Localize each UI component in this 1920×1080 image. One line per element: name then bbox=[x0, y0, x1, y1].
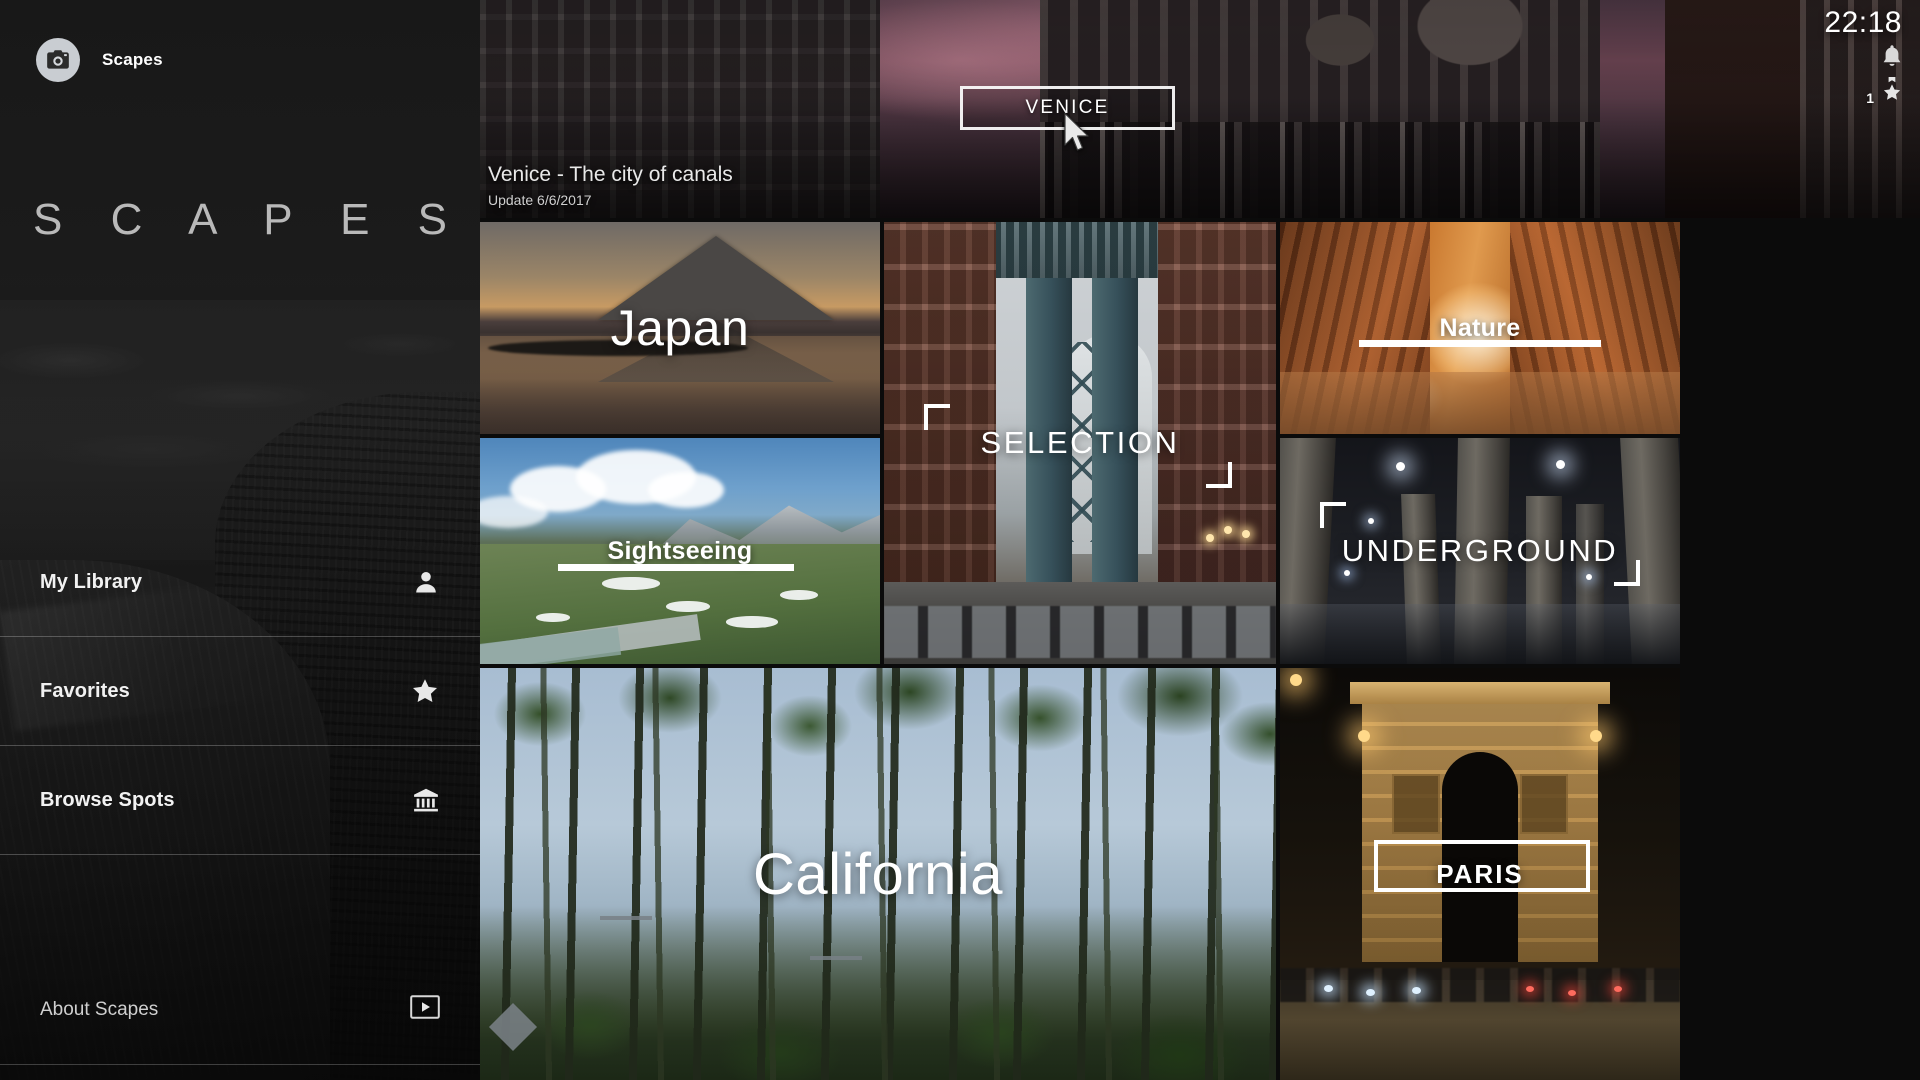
museum-icon bbox=[412, 786, 440, 814]
paris-selection-box bbox=[1374, 840, 1590, 892]
tile-label: California bbox=[753, 841, 1003, 908]
bell-icon[interactable] bbox=[1882, 44, 1902, 75]
tile-label: SELECTION bbox=[980, 425, 1179, 461]
sidebar-item-label: Favorites bbox=[40, 680, 130, 703]
corner-bracket-bottom-right bbox=[1206, 462, 1232, 488]
sidebar-nav: My Library Favorites bbox=[0, 528, 480, 855]
tile-california[interactable]: California bbox=[480, 668, 1276, 1080]
tile-selection[interactable]: SELECTION bbox=[884, 222, 1276, 664]
badge-count: 1 bbox=[1866, 90, 1874, 106]
hero-subtitle: Update 6/6/2017 bbox=[488, 192, 733, 208]
tile-underline bbox=[558, 564, 794, 571]
brand-name: Scapes bbox=[102, 50, 163, 70]
tile-underground[interactable]: UNDERGROUND bbox=[1280, 438, 1680, 664]
about-scapes-label: About Scapes bbox=[40, 999, 158, 1021]
tile-label: UNDERGROUND bbox=[1342, 533, 1619, 569]
app-root: Scapes S C A P E S My Library Favorites bbox=[0, 0, 1920, 1080]
about-scapes-item[interactable]: About Scapes bbox=[0, 955, 480, 1065]
tile-label: Sightseeing bbox=[608, 537, 753, 566]
camera-icon bbox=[36, 38, 80, 82]
sidebar-item-label: My Library bbox=[40, 571, 142, 594]
venice-button[interactable]: VENICE bbox=[960, 86, 1175, 130]
corner-bracket-top-left bbox=[1320, 502, 1346, 528]
tile-nature[interactable]: Nature bbox=[1280, 222, 1680, 434]
brand[interactable]: Scapes bbox=[36, 38, 163, 82]
hero-tile-venice[interactable]: VENICE Venice - The city of canals Updat… bbox=[480, 0, 1920, 218]
sidebar: Scapes S C A P E S My Library Favorites bbox=[0, 0, 480, 1080]
tile-sightseeing[interactable]: Sightseeing bbox=[480, 438, 880, 664]
play-video-icon bbox=[410, 995, 440, 1024]
corner-bracket-top-left bbox=[924, 404, 950, 430]
clock: 22:18 bbox=[1824, 6, 1902, 40]
person-icon bbox=[412, 568, 440, 596]
tile-label: Japan bbox=[611, 299, 750, 357]
tile-paris[interactable]: PARIS bbox=[1280, 668, 1680, 1080]
wordmark: S C A P E S bbox=[0, 195, 480, 245]
hero-title: Venice - The city of canals bbox=[488, 163, 733, 187]
status-bar: 22:18 1 bbox=[1824, 6, 1902, 106]
tile-underline bbox=[1359, 340, 1601, 347]
venice-button-label: VENICE bbox=[1026, 97, 1110, 119]
sidebar-item-my-library[interactable]: My Library bbox=[0, 528, 480, 637]
tile-japan[interactable]: Japan bbox=[480, 222, 880, 434]
sidebar-item-label: Browse Spots bbox=[40, 789, 175, 812]
bookmark-star-icon[interactable] bbox=[1882, 77, 1902, 106]
tile-label: Nature bbox=[1440, 314, 1521, 343]
sidebar-item-favorites[interactable]: Favorites bbox=[0, 637, 480, 746]
content-grid: VENICE Venice - The city of canals Updat… bbox=[480, 0, 1920, 1080]
sidebar-item-browse-spots[interactable]: Browse Spots bbox=[0, 746, 480, 855]
corner-bracket-bottom-right bbox=[1614, 560, 1640, 586]
star-icon bbox=[410, 676, 440, 706]
hero-caption: Venice - The city of canals Update 6/6/2… bbox=[488, 163, 733, 208]
